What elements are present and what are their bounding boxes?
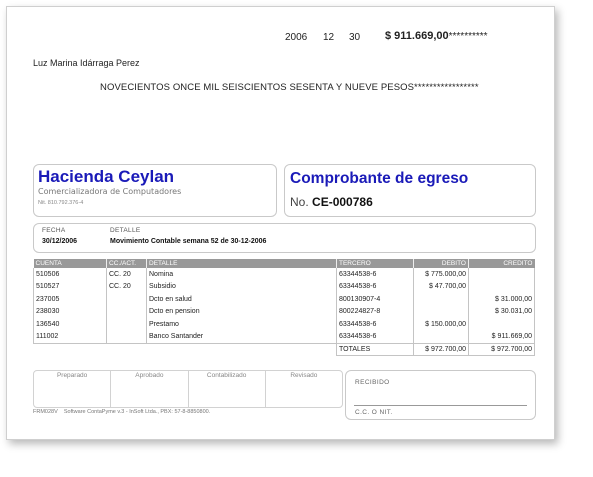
amount-in-words: NOVECIENTOS ONCE MIL SEISCIENTOS SESENTA… <box>100 82 479 93</box>
table-row: 510527 CC. 20 Subsidio 63344538-6 $ 47.7… <box>33 280 535 293</box>
cell-account: 111002 <box>33 330 107 344</box>
table-row: 111002 Banco Santander 63344538-6 $ 911.… <box>33 330 535 344</box>
check-month: 12 <box>323 32 335 43</box>
total-credit: $ 972.700,00 <box>468 343 535 356</box>
cell-account: 136540 <box>33 318 107 331</box>
check-amount: $ 911.669,00********** <box>385 30 488 42</box>
signature-prepared: Preparado <box>34 371 112 407</box>
signature-accounted: Contabilizado <box>189 371 266 407</box>
voucher-title: Comprobante de egreso <box>290 170 469 187</box>
cell-detail: Dcto en salud <box>146 293 337 306</box>
cell-account: 510506 <box>33 268 107 281</box>
date-label: FECHA <box>42 227 66 234</box>
voucher-box: Comprobante de egreso No. CE-000786 <box>284 164 536 217</box>
cell-credit <box>468 318 535 331</box>
cell-cost-center: CC. 20 <box>106 268 147 281</box>
received-label: RECIBIDO <box>355 379 390 386</box>
company-subtitle: Comercializadora de Computadores <box>38 187 182 196</box>
table-row: 238030 Dcto en pension 800224827-8 $ 30.… <box>33 305 535 318</box>
signature-approved: Aprobado <box>111 371 189 407</box>
cell-debit <box>413 305 469 318</box>
ledger-header-row: CUENTA CC./ACT. DETALLE TERCERO DEBITO C… <box>33 259 535 268</box>
cell-cost-center <box>106 305 147 318</box>
signature-label: Preparado <box>56 372 88 379</box>
check-year: 2006 <box>285 32 308 43</box>
totals-row: TOTALES $ 972.700,00 $ 972.700,00 <box>34 343 535 356</box>
cell-third-party: 63344538-6 <box>336 330 414 344</box>
table-row: 136540 Prestamo 63344538-6 $ 150.000,00 <box>33 318 535 331</box>
ledger-table: CUENTA CC./ACT. DETALLE TERCERO DEBITO C… <box>33 259 535 356</box>
signature-label: Revisado <box>290 372 318 379</box>
signature-boxes: Preparado Aprobado Contabilizado Revisad… <box>33 370 343 408</box>
cell-credit: $ 30.031,00 <box>468 305 535 318</box>
cell-detail: Dcto en pension <box>146 305 337 318</box>
cell-third-party: 63344538-6 <box>336 268 414 281</box>
cell-third-party: 63344538-6 <box>336 280 414 293</box>
received-signature-line <box>354 405 527 406</box>
company-name: Hacienda Ceylan <box>38 167 175 186</box>
footer-text: FRM028V Software ContaPyme v.3 - InSoft … <box>33 409 210 415</box>
received-box: RECIBIDO C.C. O NIT. <box>345 370 536 420</box>
voucher-number-value: CE-000786 <box>312 195 373 209</box>
software-credit: Software ContaPyme v.3 - InSoft Ltda., P… <box>63 409 211 415</box>
ledger-header-cell: DEBITO <box>413 259 469 268</box>
date-value: 30/12/2006 <box>42 238 78 245</box>
cell-account: 510527 <box>33 280 107 293</box>
cell-account: 238030 <box>33 305 107 318</box>
cell-debit: $ 775.000,00 <box>413 268 469 281</box>
ledger-header-cell: DETALLE <box>146 259 337 268</box>
cell-third-party: 800224827-8 <box>336 305 414 318</box>
voucher-document: 2006 12 30 $ 911.669,00********** Luz Ma… <box>6 6 555 440</box>
cell-detail: Subsidio <box>146 280 337 293</box>
table-row: 237005 Dcto en salud 800130907-4 $ 31.00… <box>33 293 535 306</box>
check-amount-value: $ 911.669,00 <box>385 30 449 42</box>
received-id-label: C.C. O NIT. <box>355 409 393 416</box>
totals-spacer <box>34 344 337 356</box>
company-box: Hacienda Ceylan Comercializadora de Comp… <box>33 164 277 217</box>
date-detail-box: FECHA 30/12/2006 DETALLE Movimiento Cont… <box>33 223 536 253</box>
cell-credit <box>468 280 535 293</box>
form-code: FRM028V <box>33 409 58 415</box>
signature-reviewed: Revisado <box>266 371 342 407</box>
ledger-header-cell: CC./ACT. <box>106 259 147 268</box>
check-amount-stars: ********** <box>448 31 488 42</box>
total-debit: $ 972.700,00 <box>413 343 469 356</box>
table-row: 510506 CC. 20 Nomina 63344538-6 $ 775.00… <box>33 268 535 281</box>
ledger-header-cell: TERCERO <box>336 259 414 268</box>
signature-label: Contabilizado <box>206 372 247 379</box>
cell-credit: $ 31.000,00 <box>468 293 535 306</box>
cell-cost-center <box>106 330 147 344</box>
totals-label: TOTALES <box>336 343 414 356</box>
cell-debit <box>413 293 469 306</box>
detail-label: DETALLE <box>110 227 141 234</box>
check-day: 30 <box>349 32 361 43</box>
cell-cost-center <box>106 293 147 306</box>
cell-cost-center <box>106 318 147 331</box>
voucher-number-label: No. <box>290 195 309 209</box>
cell-debit <box>413 330 469 344</box>
cell-detail: Banco Santander <box>146 330 337 344</box>
cell-detail: Nomina <box>146 268 337 281</box>
signature-label: Aprobado <box>135 372 164 379</box>
cell-detail: Prestamo <box>146 318 337 331</box>
cell-credit <box>468 268 535 281</box>
voucher-number: No. CE-000786 <box>290 195 373 209</box>
cell-cost-center: CC. 20 <box>106 280 147 293</box>
cell-debit: $ 150.000,00 <box>413 318 469 331</box>
detail-value: Movimiento Contable semana 52 de 30-12-2… <box>110 238 267 245</box>
cell-debit: $ 47.700,00 <box>413 280 469 293</box>
cell-account: 237005 <box>33 293 107 306</box>
cell-credit: $ 911.669,00 <box>468 330 535 344</box>
ledger-header-cell: CREDITO <box>468 259 535 268</box>
company-nit: Nit. 810.792.376-4 <box>38 200 84 206</box>
payee-name: Luz Marina Idárraga Perez <box>33 58 140 68</box>
cell-third-party: 800130907-4 <box>336 293 414 306</box>
ledger-header-cell: CUENTA <box>33 259 107 268</box>
cell-third-party: 63344538-6 <box>336 318 414 331</box>
